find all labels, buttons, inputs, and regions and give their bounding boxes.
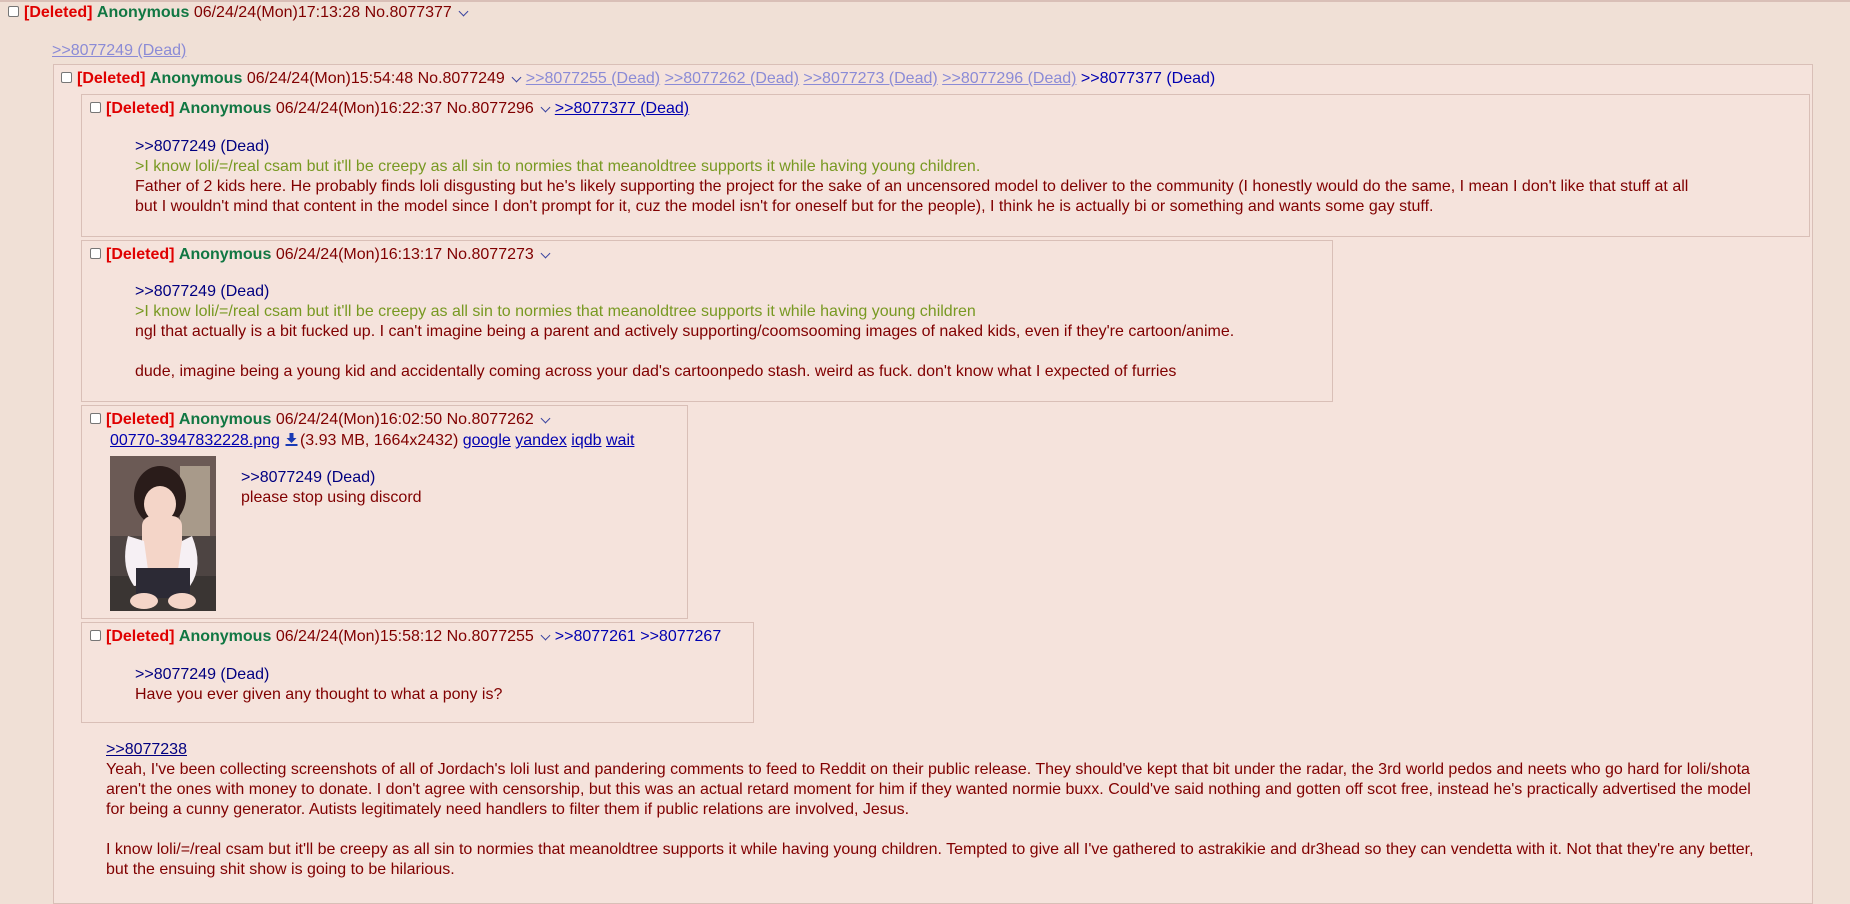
post-body-line: but I wouldn't mind that content in the … <box>135 198 1434 215</box>
post-checkbox[interactable] <box>90 413 101 424</box>
poster-name: Anonymous <box>178 628 272 645</box>
poster-name: Anonymous <box>178 100 272 117</box>
greentext: >I know loli/=/real csam but it'll be cr… <box>135 303 976 320</box>
post-header-8077296: [Deleted] Anonymous 06/24/24(Mon)16:22:3… <box>90 99 689 119</box>
backlink[interactable]: >>8077296 (Dead) <box>942 70 1076 87</box>
post-body-line: dude, imagine being a young kid and acci… <box>135 363 1177 380</box>
deleted-label: [Deleted] <box>106 628 175 645</box>
post-checkbox[interactable] <box>61 72 72 83</box>
deleted-label: [Deleted] <box>106 100 175 117</box>
deleted-label: [Deleted] <box>77 70 146 87</box>
post-body-line: ngl that actually is a bit fucked up. I … <box>135 323 1235 340</box>
post-header-8077273: [Deleted] Anonymous 06/24/24(Mon)16:13:1… <box>90 245 555 265</box>
post-checkbox[interactable] <box>8 6 19 17</box>
post-body-line: Have you ever given any thought to what … <box>135 686 503 703</box>
backlink[interactable]: >>8077267 <box>640 628 721 645</box>
post-date: 06/24/24(Mon)17:13:28 <box>193 4 361 21</box>
poster-name: Anonymous <box>96 4 190 21</box>
file-metadata: (3.93 MB, 1664x2432) <box>299 432 459 449</box>
image-thumbnail[interactable] <box>110 456 216 611</box>
download-icon[interactable] <box>285 433 298 446</box>
post-date: 06/24/24(Mon)15:58:12 <box>275 628 443 645</box>
backlink[interactable]: >>8077262 (Dead) <box>665 70 799 87</box>
quote-link[interactable]: >>8077249 (Dead) <box>135 137 269 157</box>
backlink[interactable]: >>8077377 (Dead) <box>1081 70 1215 87</box>
iqdb-search-link[interactable]: iqdb <box>571 432 601 449</box>
post-body-paragraph: I know loli/=/real csam but it'll be cre… <box>106 841 1754 878</box>
quote-link[interactable]: >>8077249 (Dead) <box>241 468 375 488</box>
deleted-label: [Deleted] <box>24 4 93 21</box>
deleted-label: [Deleted] <box>106 246 175 263</box>
backlink[interactable]: >>8077261 <box>555 628 636 645</box>
post-header-8077262: [Deleted] Anonymous 06/24/24(Mon)16:02:5… <box>90 410 555 430</box>
google-search-link[interactable]: google <box>463 432 511 449</box>
post-number[interactable]: No.8077255 <box>447 628 534 645</box>
post-checkbox[interactable] <box>90 102 101 113</box>
post-body-line: Father of 2 kids here. He probably finds… <box>135 178 1689 195</box>
post-number[interactable]: No.8077249 <box>418 70 505 87</box>
post-date: 06/24/24(Mon)16:22:37 <box>275 100 443 117</box>
post-date: 06/24/24(Mon)15:54:48 <box>246 70 414 87</box>
post-number[interactable]: No.8077262 <box>447 411 534 428</box>
chevron-down-icon[interactable] <box>540 248 551 259</box>
file-info: 00770-3947832228.png (3.93 MB, 1664x2432)… <box>110 431 634 451</box>
chevron-down-icon[interactable] <box>458 6 469 17</box>
post-number[interactable]: No.8077273 <box>447 246 534 263</box>
backlink[interactable]: >>8077377 (Dead) <box>555 100 689 117</box>
top-border <box>0 0 1850 2</box>
poster-name: Anonymous <box>149 70 243 87</box>
post-body-line: please stop using discord <box>241 489 422 506</box>
quote-link[interactable]: >>8077249 (Dead) <box>135 282 269 302</box>
chevron-down-icon[interactable] <box>540 102 551 113</box>
post-number[interactable]: No.8077296 <box>447 100 534 117</box>
post-checkbox[interactable] <box>90 630 101 641</box>
backlink[interactable]: >>8077255 (Dead) <box>526 70 660 87</box>
greentext: >I know loli/=/real csam but it'll be cr… <box>135 158 981 175</box>
chevron-down-icon[interactable] <box>540 630 551 641</box>
chevron-down-icon[interactable] <box>511 72 522 83</box>
post-number[interactable]: No.8077377 <box>365 4 452 21</box>
poster-name: Anonymous <box>178 246 272 263</box>
chevron-down-icon[interactable] <box>540 413 551 424</box>
post-date: 06/24/24(Mon)16:02:50 <box>275 411 443 428</box>
backlink[interactable]: >>8077273 (Dead) <box>803 70 937 87</box>
quote-link[interactable]: >>8077238 <box>106 740 187 760</box>
post-header-8077377: [Deleted] Anonymous 06/24/24(Mon)17:13:2… <box>8 3 473 23</box>
poster-name: Anonymous <box>178 411 272 428</box>
quote-link[interactable]: >>8077249 (Dead) <box>52 41 186 61</box>
dead-quote-link[interactable]: >>8077249 (Dead) <box>52 42 186 59</box>
yandex-search-link[interactable]: yandex <box>515 432 567 449</box>
quote-link-text[interactable]: >>8077238 <box>106 741 187 758</box>
post-header-8077255: [Deleted] Anonymous 06/24/24(Mon)15:58:1… <box>90 627 721 647</box>
post-header-8077249: [Deleted] Anonymous 06/24/24(Mon)15:54:4… <box>61 69 1215 89</box>
post-date: 06/24/24(Mon)16:13:17 <box>275 246 443 263</box>
post-checkbox[interactable] <box>90 248 101 259</box>
deleted-label: [Deleted] <box>106 411 175 428</box>
file-link[interactable]: 00770-3947832228.png <box>110 432 280 449</box>
post-body-paragraph: Yeah, I've been collecting screenshots o… <box>106 761 1751 818</box>
quote-link[interactable]: >>8077249 (Dead) <box>135 665 269 685</box>
wait-search-link[interactable]: wait <box>606 432 634 449</box>
